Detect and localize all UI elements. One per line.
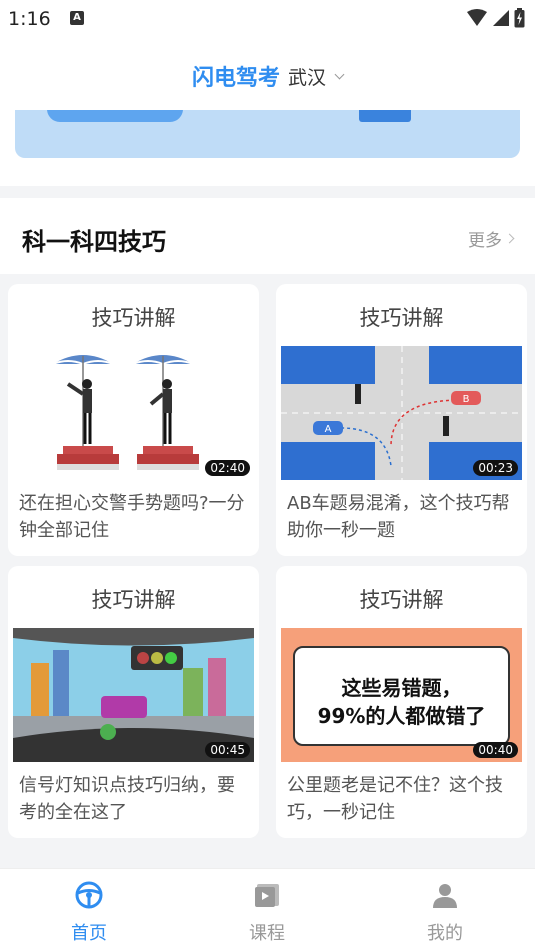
card-title: 公里题老是记不住？这个技巧，一秒记住 (287, 775, 503, 823)
video-thumbnail[interactable]: B A 00:23 (281, 346, 522, 480)
video-thumbnail[interactable]: 00:45 (13, 628, 254, 762)
chevron-right-icon (504, 233, 515, 244)
car-a-label: A (325, 424, 332, 435)
wifi-icon (467, 9, 487, 26)
traffic-cone-image (359, 110, 411, 122)
tab-label: 课程 (249, 923, 285, 944)
video-duration: 00:40 (473, 742, 518, 758)
poster-card: 这些易错题， 99%的人都做错了 (293, 646, 510, 746)
section-header: 科一科四技巧 更多 (0, 198, 535, 274)
tab-label: 我的 (427, 923, 463, 944)
banner-button[interactable] (47, 110, 183, 122)
poster-line-1: 这些易错题， (341, 676, 462, 700)
steering-wheel-icon (75, 881, 103, 909)
card-tag: 技巧讲解 (359, 306, 444, 330)
video-duration: 00:45 (205, 742, 250, 758)
tab-courses[interactable]: 课程 (222, 881, 312, 945)
app-header: 闪电驾考 武汉 (0, 38, 535, 110)
user-icon (433, 884, 457, 908)
video-card[interactable]: 技巧讲解 B A 00:23 AB车题易混淆，这个技巧帮助你一秒一题 (276, 284, 527, 556)
car-b-label: B (463, 394, 470, 405)
tab-profile[interactable]: 我的 (400, 881, 490, 945)
card-tag: 技巧讲解 (359, 588, 444, 612)
banner-area (0, 110, 535, 186)
chevron-down-icon[interactable] (334, 69, 345, 79)
video-card[interactable]: 技巧讲解 02:40 还在担心交警手势题吗?一分钟全部记住 (8, 284, 259, 556)
video-duration: 00:23 (473, 460, 518, 476)
notification-icon: A (70, 11, 84, 25)
card-title: 信号灯知识点技巧归纳，要考的全在这了 (19, 775, 235, 823)
tab-label: 首页 (71, 923, 107, 944)
app-title: 闪电驾考 (191, 66, 280, 91)
video-card[interactable]: 技巧讲解 00:45 信号灯知识点技巧归纳，要考的全在这了 (8, 566, 259, 838)
section-title: 科一科四技巧 (22, 228, 166, 256)
more-label: 更多 (468, 231, 502, 251)
card-tag: 技巧讲解 (91, 306, 176, 330)
card-title: AB车题易混淆，这个技巧帮助你一秒一题 (287, 493, 510, 541)
city-selector[interactable]: 武汉 (288, 63, 326, 90)
battery-icon (514, 8, 525, 28)
promo-banner[interactable] (15, 110, 520, 158)
status-time: 1:16 (8, 8, 51, 30)
poster-line-2: 99%的人都做错了 (317, 704, 486, 728)
card-tag: 技巧讲解 (91, 588, 176, 612)
more-link[interactable]: 更多 (468, 226, 515, 251)
status-bar: 1:16 A (0, 0, 535, 38)
video-card[interactable]: 技巧讲解 这些易错题， 99%的人都做错了 00:40 公里题老是记不住？这个技… (276, 566, 527, 838)
tab-home[interactable]: 首页 (44, 881, 134, 945)
card-title: 还在担心交警手势题吗?一分钟全部记住 (19, 493, 245, 541)
video-thumbnail[interactable]: 这些易错题， 99%的人都做错了 00:40 (281, 628, 522, 762)
video-duration: 02:40 (205, 460, 250, 476)
video-thumbnail[interactable]: 02:40 (13, 346, 254, 480)
course-book-icon (255, 884, 279, 907)
signal-icon (493, 10, 509, 26)
status-icons (466, 8, 525, 28)
bottom-tab-bar: 首页 课程 我的 (0, 868, 535, 952)
